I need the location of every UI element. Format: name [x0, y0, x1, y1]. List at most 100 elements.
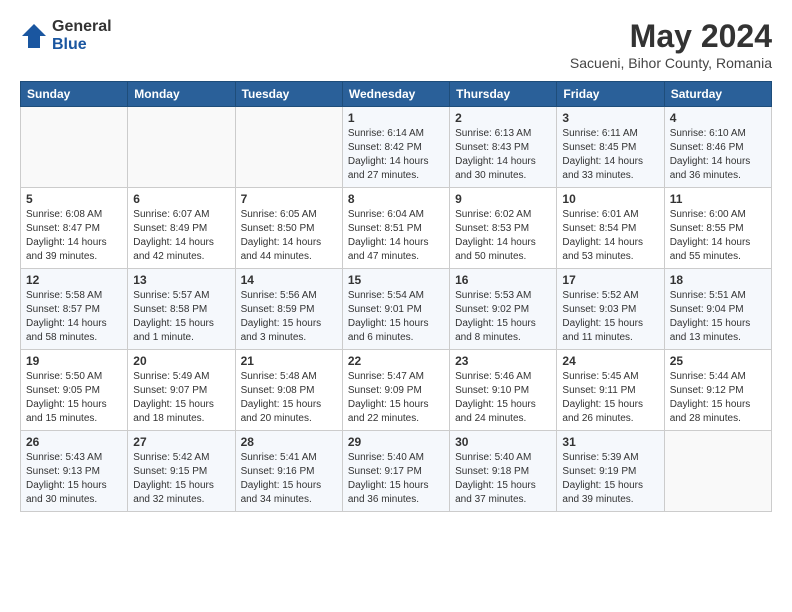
sun-info: Sunrise: 6:11 AMSunset: 8:45 PMDaylight:…: [562, 127, 658, 183]
sun-info-line: and 30 minutes.: [26, 493, 122, 507]
sun-info-line: Sunrise: 5:39 AM: [562, 451, 658, 465]
location: Sacueni, Bihor County, Romania: [570, 55, 772, 71]
empty-cell: [235, 107, 342, 188]
week-row-1: 1Sunrise: 6:14 AMSunset: 8:42 PMDaylight…: [21, 107, 772, 188]
sun-info-line: Daylight: 14 hours: [455, 155, 551, 169]
sun-info-line: Sunrise: 6:00 AM: [670, 208, 766, 222]
sun-info: Sunrise: 6:05 AMSunset: 8:50 PMDaylight:…: [241, 208, 337, 264]
sun-info-line: Sunrise: 5:43 AM: [26, 451, 122, 465]
sun-info-line: Daylight: 15 hours: [562, 398, 658, 412]
sun-info-line: Sunset: 9:17 PM: [348, 465, 444, 479]
sun-info-line: and 47 minutes.: [348, 250, 444, 264]
sun-info-line: Daylight: 15 hours: [133, 398, 229, 412]
sun-info-line: Daylight: 15 hours: [562, 479, 658, 493]
sun-info: Sunrise: 5:46 AMSunset: 9:10 PMDaylight:…: [455, 370, 551, 426]
day-cell-27: 27Sunrise: 5:42 AMSunset: 9:15 PMDayligh…: [128, 431, 235, 512]
day-number: 17: [562, 273, 658, 287]
sun-info-line: and 36 minutes.: [348, 493, 444, 507]
page: General Blue May 2024 Sacueni, Bihor Cou…: [0, 0, 792, 524]
sun-info-line: and 39 minutes.: [26, 250, 122, 264]
sun-info-line: Daylight: 15 hours: [133, 317, 229, 331]
sun-info-line: and 20 minutes.: [241, 412, 337, 426]
sun-info: Sunrise: 5:51 AMSunset: 9:04 PMDaylight:…: [670, 289, 766, 345]
sun-info-line: Sunrise: 5:46 AM: [455, 370, 551, 384]
sun-info-line: Daylight: 15 hours: [348, 317, 444, 331]
sun-info-line: Daylight: 14 hours: [670, 236, 766, 250]
day-number: 6: [133, 192, 229, 206]
day-cell-13: 13Sunrise: 5:57 AMSunset: 8:58 PMDayligh…: [128, 269, 235, 350]
day-cell-3: 3Sunrise: 6:11 AMSunset: 8:45 PMDaylight…: [557, 107, 664, 188]
day-header-monday: Monday: [128, 82, 235, 107]
empty-cell: [21, 107, 128, 188]
sun-info: Sunrise: 5:45 AMSunset: 9:11 PMDaylight:…: [562, 370, 658, 426]
day-header-friday: Friday: [557, 82, 664, 107]
calendar: SundayMondayTuesdayWednesdayThursdayFrid…: [20, 81, 772, 512]
sun-info-line: Sunrise: 5:45 AM: [562, 370, 658, 384]
sun-info-line: Sunset: 9:10 PM: [455, 384, 551, 398]
sun-info-line: Daylight: 14 hours: [562, 236, 658, 250]
day-cell-17: 17 Sunrise: 5:52 AMSunset: 9:03 PMDayligh…: [557, 269, 664, 350]
sun-info-line: Sunset: 8:47 PM: [26, 222, 122, 236]
sun-info-line: Daylight: 14 hours: [26, 236, 122, 250]
sun-info-line: Sunset: 8:42 PM: [348, 141, 444, 155]
week-row-5: 26Sunrise: 5:43 AMSunset: 9:13 PMDayligh…: [21, 431, 772, 512]
sun-info-line: Sunset: 9:18 PM: [455, 465, 551, 479]
logo-text: General Blue: [52, 18, 112, 53]
sun-info-line: and 58 minutes.: [26, 331, 122, 345]
day-number: 8: [348, 192, 444, 206]
sun-info-line: Sunset: 8:46 PM: [670, 141, 766, 155]
day-number: 5: [26, 192, 122, 206]
day-number: 26: [26, 435, 122, 449]
sun-info: Sunrise: 5:44 AMSunset: 9:12 PMDaylight:…: [670, 370, 766, 426]
sun-info-line: Sunrise: 6:04 AM: [348, 208, 444, 222]
sun-info: Sunrise: 5:54 AMSunset: 9:01 PMDaylight:…: [348, 289, 444, 345]
sun-info-line: Sunrise: 6:01 AM: [562, 208, 658, 222]
sun-info: Sunrise: 5:52 AMSunset: 9:03 PMDaylight:…: [562, 289, 658, 345]
sun-info-line: Daylight: 14 hours: [133, 236, 229, 250]
sun-info-line: Daylight: 15 hours: [455, 317, 551, 331]
day-cell-20: 20Sunrise: 5:49 AMSunset: 9:07 PMDayligh…: [128, 350, 235, 431]
sun-info: Sunrise: 6:13 AMSunset: 8:43 PMDaylight:…: [455, 127, 551, 183]
day-cell-5: 5Sunrise: 6:08 AMSunset: 8:47 PMDaylight…: [21, 188, 128, 269]
sun-info-line: and 39 minutes.: [562, 493, 658, 507]
day-number: 12: [26, 273, 122, 287]
sun-info-line: Sunrise: 5:52 AM: [562, 289, 658, 303]
sun-info: Sunrise: 6:00 AMSunset: 8:55 PMDaylight:…: [670, 208, 766, 264]
sun-info-line: Sunset: 8:55 PM: [670, 222, 766, 236]
sun-info: Sunrise: 6:04 AMSunset: 8:51 PMDaylight:…: [348, 208, 444, 264]
sun-info-line: Sunrise: 5:40 AM: [348, 451, 444, 465]
sun-info-line: Sunset: 9:15 PM: [133, 465, 229, 479]
sun-info-line: Sunset: 8:50 PM: [241, 222, 337, 236]
sun-info-line: and 28 minutes.: [670, 412, 766, 426]
sun-info-line: Sunrise: 5:44 AM: [670, 370, 766, 384]
sun-info: Sunrise: 5:48 AMSunset: 9:08 PMDaylight:…: [241, 370, 337, 426]
sun-info-line: Daylight: 15 hours: [455, 479, 551, 493]
sun-info-line: and 3 minutes.: [241, 331, 337, 345]
day-number: 30: [455, 435, 551, 449]
day-cell-16: 16Sunrise: 5:53 AMSunset: 9:02 PMDayligh…: [450, 269, 557, 350]
day-number: 25: [670, 354, 766, 368]
sun-info-line: Sunset: 9:04 PM: [670, 303, 766, 317]
sun-info-line: Sunset: 8:57 PM: [26, 303, 122, 317]
day-cell-26: 26Sunrise: 5:43 AMSunset: 9:13 PMDayligh…: [21, 431, 128, 512]
day-cell-8: 8 Sunrise: 6:04 AMSunset: 8:51 PMDaylight…: [342, 188, 449, 269]
sun-info-line: Sunrise: 5:42 AM: [133, 451, 229, 465]
sun-info: Sunrise: 5:47 AMSunset: 9:09 PMDaylight:…: [348, 370, 444, 426]
sun-info-line: and 53 minutes.: [562, 250, 658, 264]
logo-general-text: General: [52, 18, 112, 36]
sun-info-line: and 36 minutes.: [670, 169, 766, 183]
sun-info-line: and 11 minutes.: [562, 331, 658, 345]
sun-info-line: and 24 minutes.: [455, 412, 551, 426]
sun-info-line: Sunrise: 6:10 AM: [670, 127, 766, 141]
sun-info-line: Sunset: 8:49 PM: [133, 222, 229, 236]
day-header-sunday: Sunday: [21, 82, 128, 107]
sun-info-line: Daylight: 14 hours: [562, 155, 658, 169]
sun-info-line: and 55 minutes.: [670, 250, 766, 264]
day-number: 15: [348, 273, 444, 287]
sun-info-line: Sunrise: 5:54 AM: [348, 289, 444, 303]
sun-info: Sunrise: 5:42 AMSunset: 9:15 PMDaylight:…: [133, 451, 229, 507]
sun-info-line: Sunrise: 5:57 AM: [133, 289, 229, 303]
sun-info: Sunrise: 5:57 AMSunset: 8:58 PMDaylight:…: [133, 289, 229, 345]
sun-info-line: Sunset: 9:05 PM: [26, 384, 122, 398]
sun-info-line: Sunrise: 5:56 AM: [241, 289, 337, 303]
